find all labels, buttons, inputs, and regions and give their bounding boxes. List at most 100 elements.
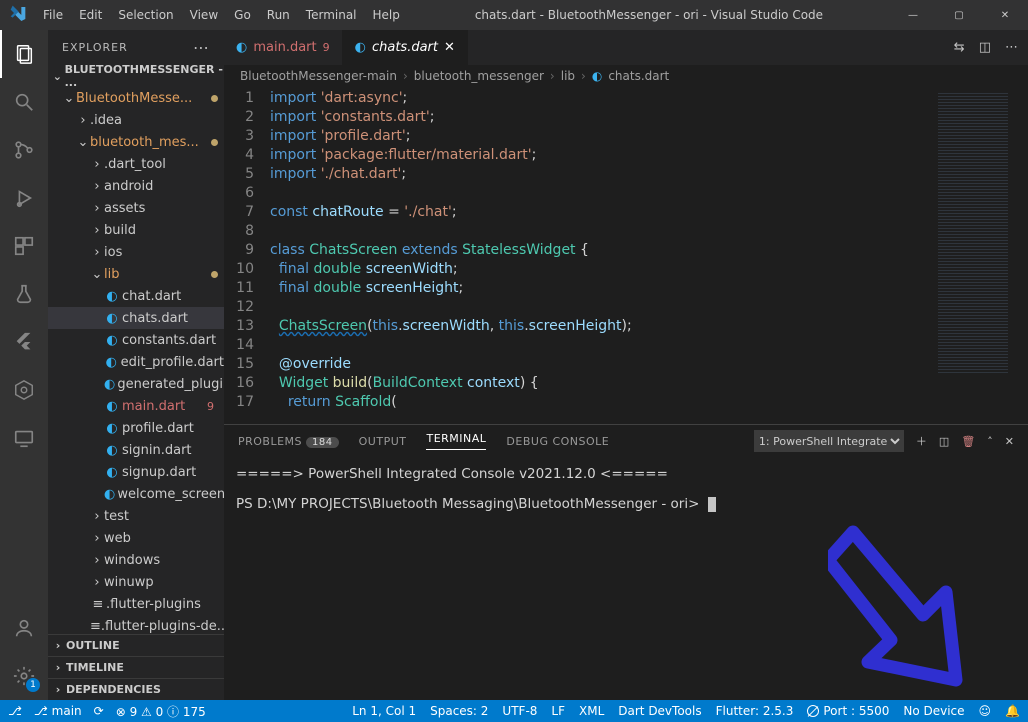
tree-file[interactable]: ◐ profile.dart [48, 417, 224, 439]
kill-terminal-icon[interactable]: 🗑 [961, 435, 975, 448]
maximize-panel-icon[interactable]: ˄ [987, 435, 993, 448]
sb-remote-icon[interactable]: ⎇ [8, 704, 22, 718]
ab-explorer-icon[interactable] [0, 30, 48, 78]
panel-tab-debug[interactable]: DEBUG CONSOLE [506, 435, 609, 448]
ab-scm-icon[interactable] [0, 126, 48, 174]
tree-folder-src[interactable]: ⌄bluetooth_mes... [48, 131, 224, 153]
panel-tab-terminal[interactable]: TERMINAL [426, 432, 486, 450]
sb-branch[interactable]: ⎇ main [34, 704, 82, 718]
timeline-section[interactable]: ›TIMELINE [48, 656, 224, 678]
ab-remote-icon[interactable] [0, 414, 48, 462]
title-bar: File Edit Selection View Go Run Terminal… [0, 0, 1028, 30]
file-tree: ⌄BluetoothMesse... ›.idea ⌄bluetooth_mes… [48, 87, 224, 634]
close-tab-icon[interactable]: ✕ [444, 40, 455, 55]
sidebar-header: EXPLORER ⋯ [48, 30, 224, 65]
terminal-cursor [708, 497, 716, 512]
compare-changes-icon[interactable]: ⇆ [954, 40, 965, 55]
menu-run[interactable]: Run [259, 0, 298, 30]
code-content[interactable]: import 'dart:async';import 'constants.da… [270, 87, 930, 424]
tree-file[interactable]: ◐ main.dart 9 [48, 395, 224, 417]
sidebar-more-icon[interactable]: ⋯ [193, 38, 210, 57]
sb-dart-devtools[interactable]: Dart DevTools [618, 704, 701, 718]
terminal-select[interactable]: 1: PowerShell Integrated [754, 430, 904, 452]
ab-settings-icon[interactable]: 1 [0, 652, 48, 700]
close-window-button[interactable]: ✕ [982, 0, 1028, 30]
sb-spaces[interactable]: Spaces: 2 [430, 704, 488, 718]
tree-folder[interactable]: ›windows [48, 549, 224, 571]
tab-main-dart[interactable]: ◐ main.dart 9 [224, 30, 343, 65]
tab-more-icon[interactable]: ⋯ [1005, 40, 1018, 55]
tree-folder[interactable]: ›android [48, 175, 224, 197]
ab-extensions-icon[interactable] [0, 222, 48, 270]
tree-folder[interactable]: ›test [48, 505, 224, 527]
menu-selection[interactable]: Selection [110, 0, 181, 30]
tree-file[interactable]: ◐ signin.dart [48, 439, 224, 461]
close-panel-icon[interactable]: ✕ [1005, 435, 1014, 448]
tree-folder[interactable]: ›.idea [48, 109, 224, 131]
project-section[interactable]: ⌄BLUETOOTHMESSENGER - ... [48, 65, 224, 87]
settings-badge: 1 [26, 678, 40, 692]
tree-file[interactable]: ≡.flutter-plugins-de... [48, 615, 224, 634]
sb-feedback-icon[interactable]: ☺ [979, 704, 992, 718]
dependencies-section[interactable]: ›DEPENDENCIES [48, 678, 224, 700]
dart-file-icon: ◐ [355, 40, 366, 55]
tree-file[interactable]: ◐ edit_profile.dart [48, 351, 224, 373]
ab-search-icon[interactable] [0, 78, 48, 126]
tabs-row: ◐ main.dart 9 ◐ chats.dart ✕ ⇆ ◫ ⋯ [224, 30, 1028, 65]
menu-go[interactable]: Go [226, 0, 259, 30]
ab-flutter-icon[interactable] [0, 318, 48, 366]
tree-file[interactable]: ≡.flutter-plugins [48, 593, 224, 615]
tree-folder[interactable]: ›winuwp [48, 571, 224, 593]
minimap[interactable] [930, 87, 1028, 424]
new-terminal-icon[interactable]: ＋ [916, 433, 927, 449]
menu-terminal[interactable]: Terminal [298, 0, 365, 30]
menu-file[interactable]: File [35, 0, 71, 30]
sb-flutter[interactable]: Flutter: 2.5.3 [716, 704, 794, 718]
sb-device[interactable]: No Device [903, 704, 964, 718]
ab-test-icon[interactable] [0, 270, 48, 318]
terminal-output[interactable]: =====> PowerShell Integrated Console v20… [224, 457, 1028, 700]
menu-view[interactable]: View [182, 0, 226, 30]
panel-tab-output[interactable]: OUTPUT [359, 435, 407, 448]
minimize-button[interactable]: — [890, 0, 936, 30]
tree-file[interactable]: ◐ welcome_screen.... [48, 483, 224, 505]
split-terminal-icon[interactable]: ◫ [939, 435, 949, 448]
split-editor-icon[interactable]: ◫ [979, 40, 991, 55]
sb-problems[interactable]: ⊗ 9 ⚠ 0 ⓘ 175 [116, 703, 206, 720]
sb-bell-icon[interactable]: 🔔 [1005, 704, 1020, 718]
tree-file[interactable]: ◐ signup.dart [48, 461, 224, 483]
tree-folder[interactable]: ›ios [48, 241, 224, 263]
sidebar: EXPLORER ⋯ ⌄BLUETOOTHMESSENGER - ... ⌄Bl… [48, 30, 224, 700]
ab-account-icon[interactable] [0, 604, 48, 652]
tree-file[interactable]: ◐ constants.dart [48, 329, 224, 351]
ab-kubernetes-icon[interactable] [0, 366, 48, 414]
tree-folder[interactable]: ›web [48, 527, 224, 549]
outline-section[interactable]: ›OUTLINE [48, 634, 224, 656]
tree-file[interactable]: ◐ chat.dart [48, 285, 224, 307]
sb-eol[interactable]: LF [551, 704, 565, 718]
sb-port[interactable]: Port : 5500 [807, 704, 889, 718]
menu-help[interactable]: Help [365, 0, 408, 30]
maximize-button[interactable]: ▢ [936, 0, 982, 30]
menu-edit[interactable]: Edit [71, 0, 110, 30]
vscode-logo-icon [0, 5, 35, 25]
tab-chats-dart[interactable]: ◐ chats.dart ✕ [343, 30, 468, 65]
dart-file-icon: ◐ [236, 40, 247, 55]
tree-folder-root[interactable]: ⌄BluetoothMesse... [48, 87, 224, 109]
tree-folder-lib[interactable]: ⌄lib [48, 263, 224, 285]
editor-pane[interactable]: 1234567891011121314151617 import 'dart:a… [224, 87, 1028, 424]
tree-folder[interactable]: ›assets [48, 197, 224, 219]
sb-encoding[interactable]: UTF-8 [502, 704, 537, 718]
sidebar-title: EXPLORER [62, 41, 128, 54]
editor-area: ◐ main.dart 9 ◐ chats.dart ✕ ⇆ ◫ ⋯ Bluet… [224, 30, 1028, 700]
ab-run-icon[interactable] [0, 174, 48, 222]
tree-file[interactable]: ◐ chats.dart [48, 307, 224, 329]
sb-sync-icon[interactable]: ⟳ [94, 704, 104, 718]
tree-file[interactable]: ◐ generated_plugin... [48, 373, 224, 395]
tree-folder[interactable]: ›.dart_tool [48, 153, 224, 175]
tree-folder[interactable]: ›build [48, 219, 224, 241]
breadcrumb[interactable]: BluetoothMessenger-main› bluetooth_messe… [224, 65, 1028, 87]
panel-tab-problems[interactable]: PROBLEMS 184 [238, 435, 339, 448]
sb-cursor-pos[interactable]: Ln 1, Col 1 [352, 704, 416, 718]
sb-xml[interactable]: XML [579, 704, 604, 718]
